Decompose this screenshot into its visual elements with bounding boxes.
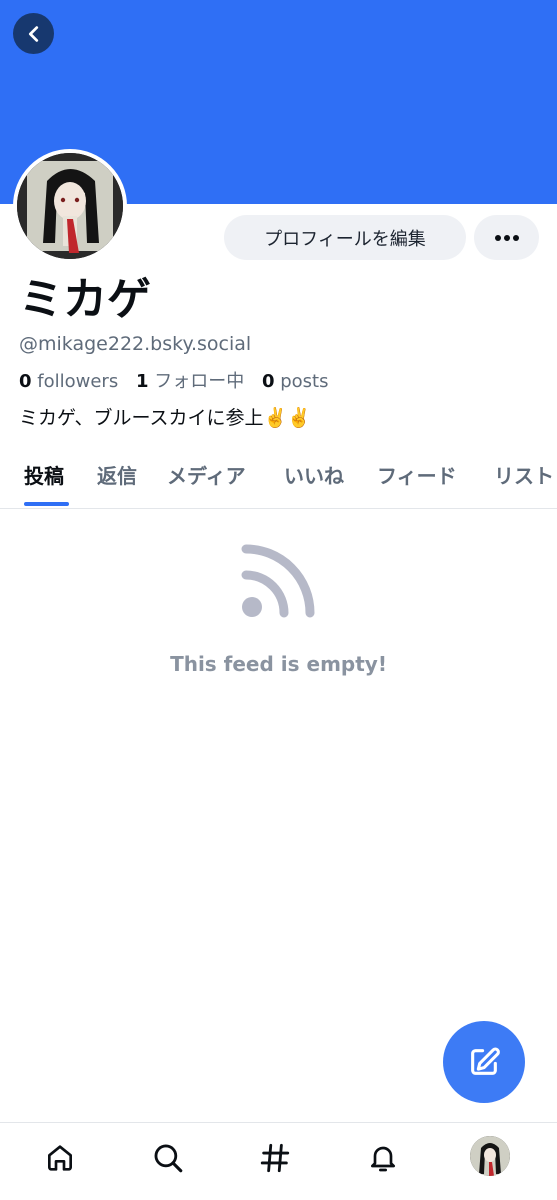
edit-profile-button[interactable]: プロフィールを編集 <box>224 215 466 260</box>
followers-stat[interactable]: 0 followers <box>19 371 118 392</box>
back-button[interactable] <box>13 13 54 54</box>
home-icon <box>48 1145 72 1171</box>
profile-bio: ミカゲ、ブルースカイに参上✌️✌️ <box>19 407 311 429</box>
compose-button[interactable] <box>443 1021 525 1103</box>
bottom-navigation <box>0 1122 557 1200</box>
hashtag-icon <box>260 1143 290 1173</box>
nav-feeds-button[interactable] <box>253 1136 297 1180</box>
tab-media[interactable]: メディア <box>167 460 246 489</box>
tab-lists[interactable]: リスト <box>494 460 554 489</box>
display-name: ミカゲ <box>19 274 151 325</box>
chevron-left-icon <box>28 25 38 42</box>
profile-tabs: 投稿 返信 メディア いいね フィード リスト <box>0 450 557 509</box>
nav-search-button[interactable] <box>146 1136 190 1180</box>
ellipsis-icon <box>494 234 519 241</box>
nav-home-button[interactable] <box>38 1136 82 1180</box>
tab-replies[interactable]: 返信 <box>97 460 137 489</box>
tab-feeds[interactable]: フィード <box>377 460 457 489</box>
nav-profile-avatar[interactable] <box>470 1136 510 1176</box>
active-tab-indicator <box>24 502 69 506</box>
edit-profile-label: プロフィールを編集 <box>264 228 426 250</box>
nav-notifications-button[interactable] <box>361 1136 405 1180</box>
posts-stat: 0 posts <box>261 371 329 392</box>
profile-handle: @mikage222.bsky.social <box>19 333 252 355</box>
more-options-button[interactable] <box>474 215 539 260</box>
rss-icon <box>241 544 315 618</box>
empty-feed-message: This feed is empty! <box>170 652 387 676</box>
search-icon <box>154 1144 183 1173</box>
following-stat[interactable]: 1 フォロー中 <box>136 371 244 392</box>
tab-likes[interactable]: いいね <box>284 460 344 489</box>
compose-icon <box>471 1047 500 1075</box>
bell-icon <box>371 1146 395 1172</box>
profile-avatar[interactable] <box>13 149 127 263</box>
tab-posts[interactable]: 投稿 <box>24 460 64 489</box>
profile-stats: 0 followers 1 フォロー中 0 posts <box>19 369 340 395</box>
